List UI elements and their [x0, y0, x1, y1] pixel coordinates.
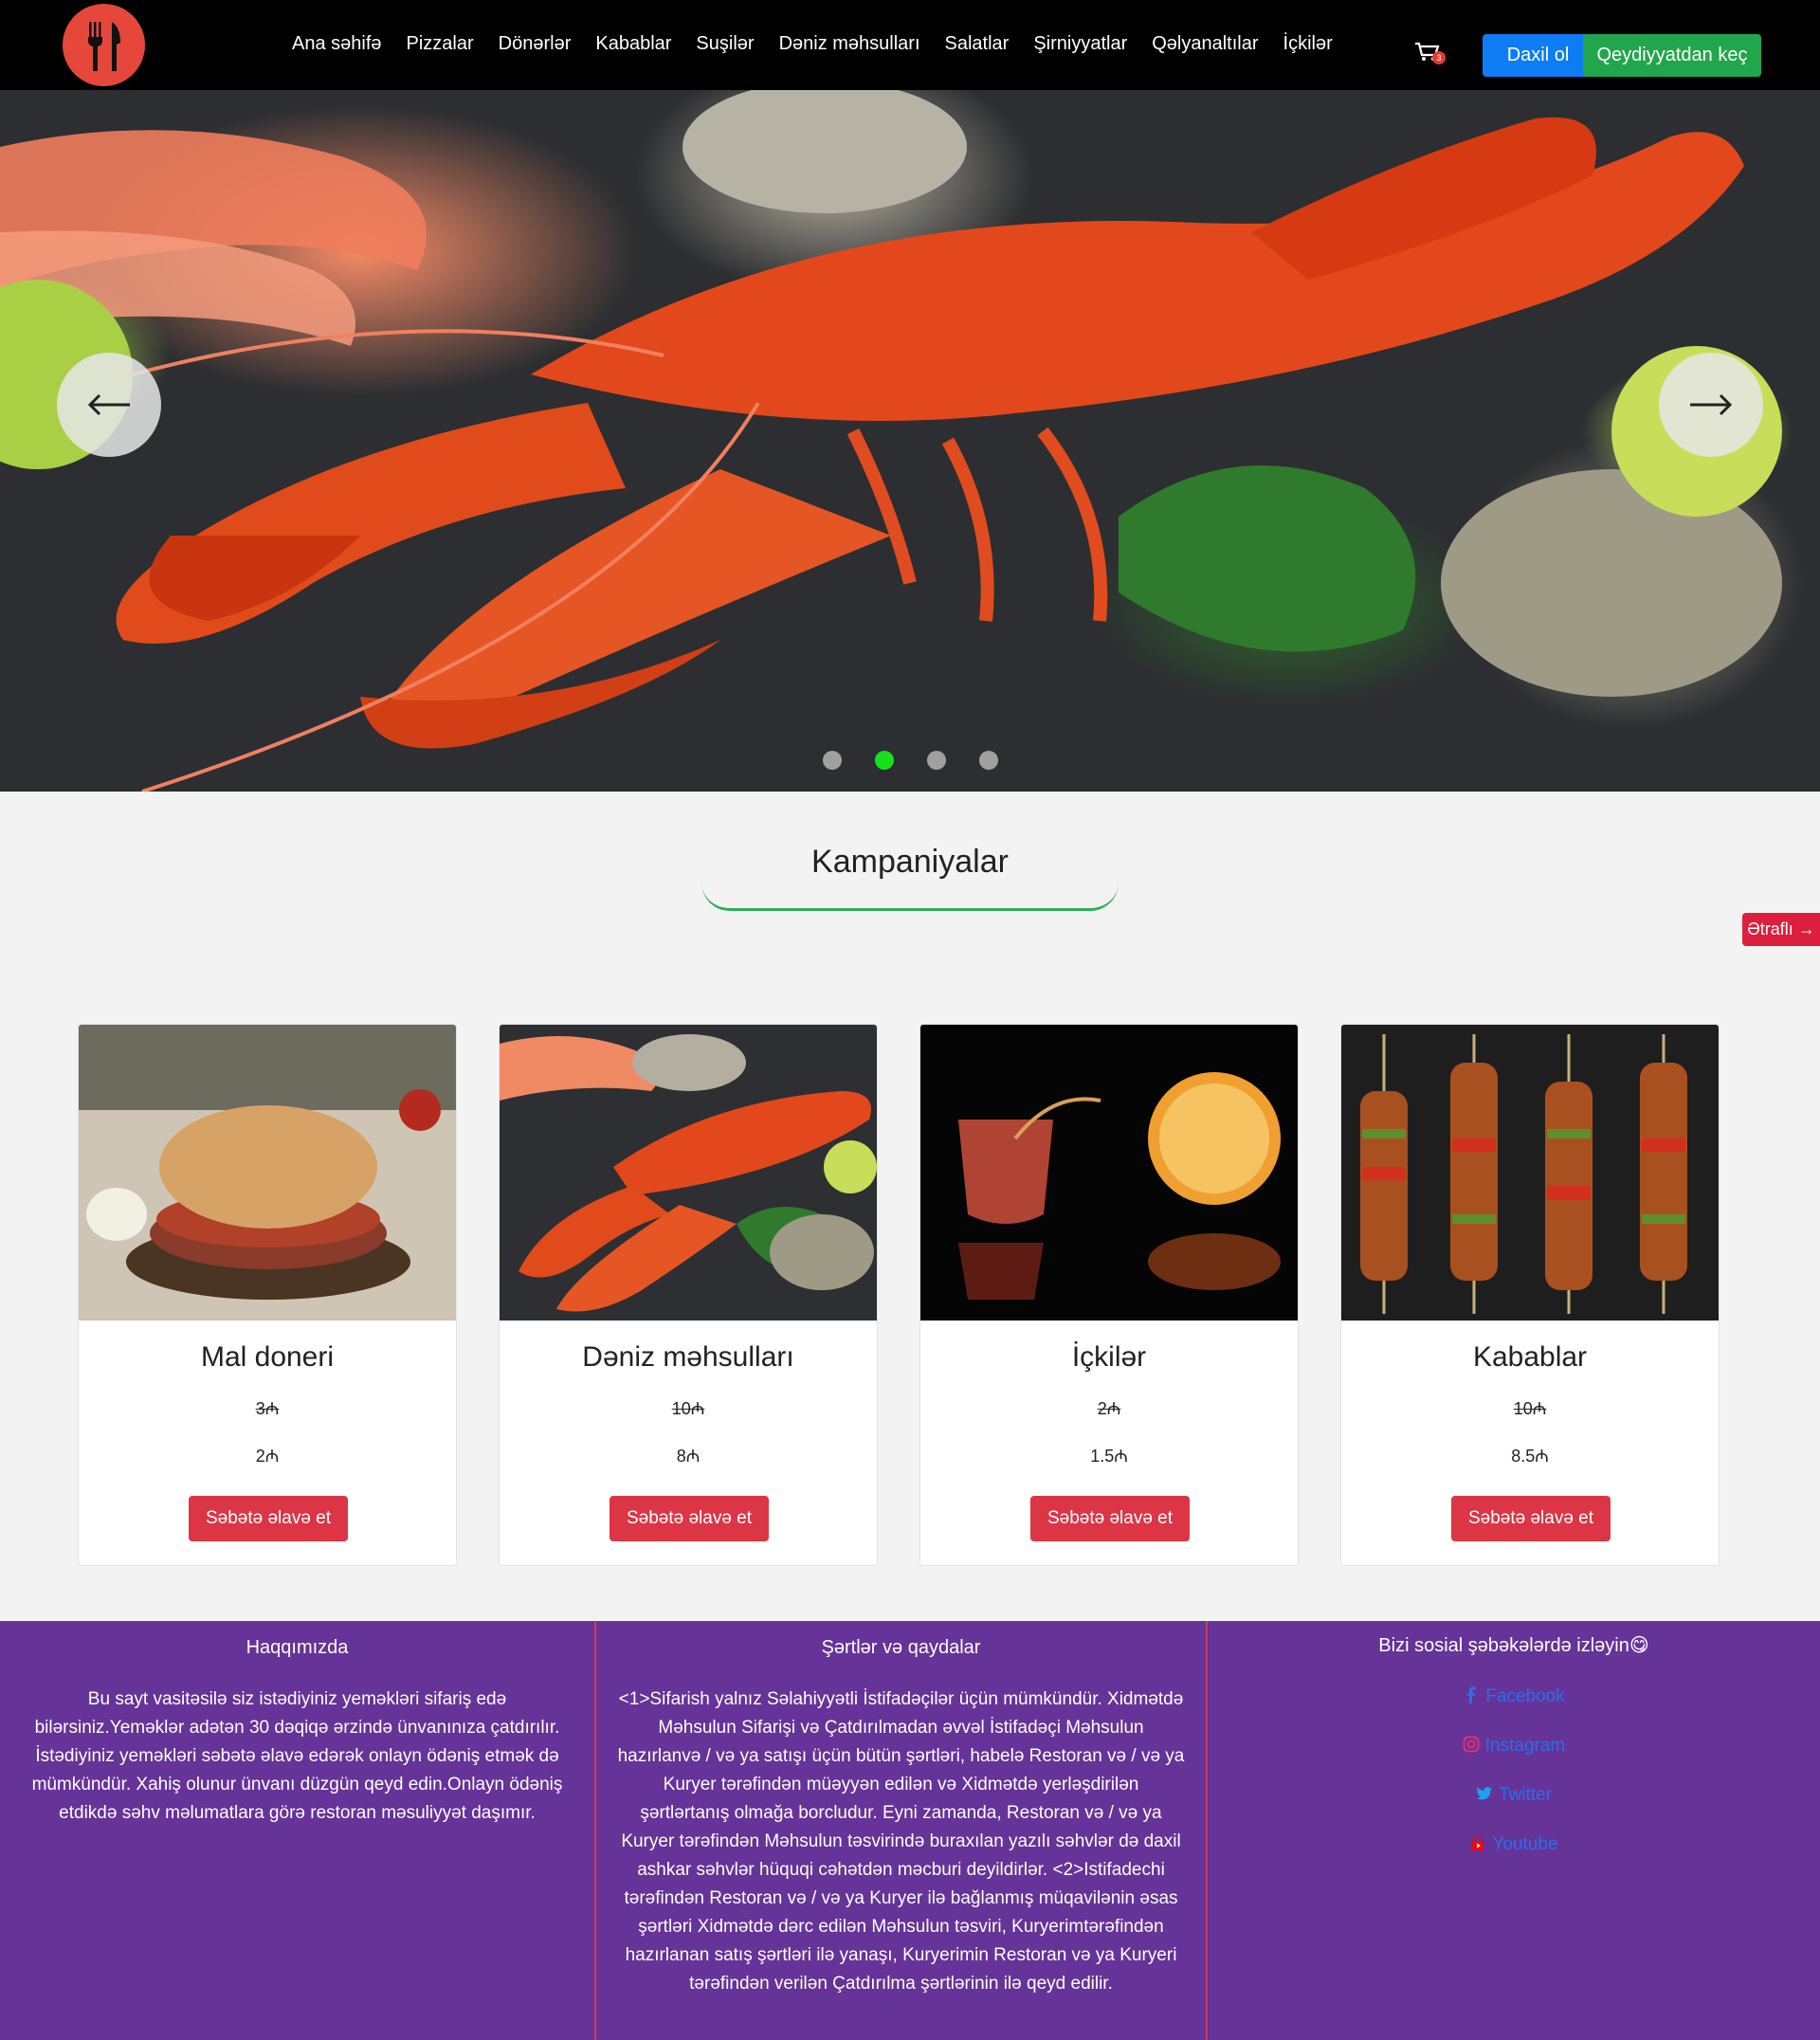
- carousel-dot[interactable]: [823, 751, 842, 770]
- nav-item-doners[interactable]: Dönərlər: [486, 29, 584, 59]
- footer: Haqqımızda Bu sayt vasitəsilə siz istədi…: [0, 1621, 1820, 2040]
- card-image-kebab: [1341, 1025, 1719, 1321]
- footer-social: Bizi sosial şəbəkələrdə izləyin😋 Faceboo…: [1208, 1621, 1820, 2040]
- logo[interactable]: [63, 4, 145, 86]
- card-old-price: 3₼: [255, 1399, 280, 1418]
- nav-item-drinks[interactable]: İçkilər: [1271, 29, 1345, 59]
- cart-count-badge: 3: [1432, 51, 1446, 64]
- twitter-link[interactable]: Twitter: [1208, 1771, 1820, 1820]
- card-new-price: 8.5₼: [1511, 1447, 1549, 1466]
- youtube-icon: [1472, 1835, 1484, 1850]
- carousel-next-button[interactable]: [1659, 353, 1763, 457]
- add-to-cart-button[interactable]: Səbətə əlavə et: [1030, 1496, 1190, 1541]
- footer-terms-text: <1>Sifarish yalnız Səlahiyyətli İstifadə…: [617, 1689, 1185, 1994]
- campaigns-title-underline: [701, 877, 1119, 911]
- youtube-label: Youtube: [1492, 1834, 1558, 1854]
- campaign-card: Dəniz məhsulları 10₼ 8₼ Səbətə əlavə et: [499, 1024, 878, 1566]
- fork-knife-icon: [87, 21, 120, 71]
- instagram-icon: [1463, 1736, 1480, 1753]
- card-old-price: 10₼: [1513, 1399, 1547, 1418]
- footer-social-title: Bizi sosial şəbəkələrdə izləyin😋: [1378, 1635, 1649, 1656]
- footer-terms-title: Şərtlər və qaydalar: [821, 1637, 981, 1658]
- footer-terms: Şərtlər və qaydalar <1>Sifarish yalnız S…: [594, 1621, 1208, 2040]
- card-image-burger: [79, 1025, 456, 1321]
- social-links: Facebook Instagram Twitter Youtube: [1208, 1672, 1820, 1869]
- more-button[interactable]: Ətraflı →: [1742, 913, 1820, 946]
- nav-item-seafood[interactable]: Dəniz məhsulları: [767, 29, 933, 59]
- hero-carousel: [0, 90, 1820, 792]
- card-title: Kabablar: [1472, 1341, 1588, 1373]
- campaign-cards: Mal doneri 3₼ 2₼ Səbətə əlavə et Dəniz m…: [78, 1024, 1720, 1566]
- add-to-cart-button[interactable]: Səbətə əlavə et: [1451, 1496, 1611, 1541]
- facebook-link[interactable]: Facebook: [1208, 1672, 1820, 1721]
- campaign-card: Mal doneri 3₼ 2₼ Səbətə əlavə et: [78, 1024, 457, 1566]
- cart-button[interactable]: 3: [1413, 38, 1446, 66]
- footer-about-title: Haqqımızda: [246, 1637, 349, 1658]
- card-image-seafood: [500, 1025, 877, 1321]
- card-new-price: 8₼: [676, 1447, 701, 1466]
- twitter-icon: [1476, 1787, 1493, 1800]
- card-old-price: 2₼: [1097, 1399, 1121, 1418]
- carousel-dot[interactable]: [979, 751, 998, 770]
- twitter-label: Twitter: [1499, 1785, 1552, 1805]
- facebook-label: Facebook: [1485, 1686, 1565, 1706]
- instagram-label: Instagram: [1484, 1736, 1566, 1756]
- add-to-cart-button[interactable]: Səbətə əlavə et: [189, 1496, 348, 1541]
- campaign-card: İçkilər 2₼ 1.5₼ Səbətə əlavə et: [919, 1024, 1299, 1566]
- carousel-indicators: [823, 751, 998, 770]
- card-title: Dəniz məhsulları: [582, 1341, 794, 1373]
- navbar: Ana səhifə Pizzalar Dönərlər Kabablar Su…: [0, 0, 1820, 90]
- nav-item-kebabs[interactable]: Kabablar: [583, 29, 683, 59]
- facebook-icon: [1466, 1686, 1476, 1703]
- card-old-price: 10₼: [671, 1399, 705, 1418]
- footer-about-text: Bu sayt vasitəsilə siz istədiyiniz yemək…: [31, 1689, 563, 1823]
- youtube-link[interactable]: Youtube: [1208, 1820, 1820, 1869]
- nav-item-pizzas[interactable]: Pizzalar: [394, 29, 486, 59]
- card-title: Mal doneri: [200, 1341, 335, 1373]
- card-title: İçkilər: [1071, 1341, 1147, 1373]
- carousel-dot[interactable]: [875, 751, 894, 770]
- card-image-drink: [920, 1025, 1298, 1321]
- main-nav: Ana səhifə Pizzalar Dönərlər Kabablar Su…: [280, 29, 1345, 59]
- nav-item-desserts[interactable]: Şirniyyatlar: [1021, 29, 1139, 59]
- campaign-card: Kabablar 10₼ 8.5₼ Səbətə əlavə et: [1340, 1024, 1720, 1566]
- nav-item-sushi[interactable]: Suşilər: [683, 29, 766, 59]
- card-new-price: 2₼: [255, 1447, 280, 1466]
- arrow-right-icon: [1690, 393, 1733, 416]
- nav-item-salads[interactable]: Salatlar: [933, 29, 1022, 59]
- nav-item-home[interactable]: Ana səhifə: [280, 29, 394, 59]
- instagram-link[interactable]: Instagram: [1208, 1721, 1820, 1771]
- register-button[interactable]: Qeydiyyatdan keç: [1583, 34, 1761, 77]
- nav-item-snacks[interactable]: Qəlyanaltılar: [1139, 29, 1270, 59]
- seafood-illustration: [0, 90, 1782, 792]
- arrow-left-icon: [87, 393, 130, 416]
- add-to-cart-button[interactable]: Səbətə əlavə et: [610, 1496, 769, 1541]
- login-button[interactable]: Daxil ol: [1483, 34, 1593, 77]
- carousel-prev-button[interactable]: [57, 353, 161, 457]
- footer-about: Haqqımızda Bu sayt vasitəsilə siz istədi…: [0, 1621, 594, 2040]
- card-new-price: 1.5₼: [1090, 1447, 1128, 1466]
- carousel-dot[interactable]: [927, 751, 946, 770]
